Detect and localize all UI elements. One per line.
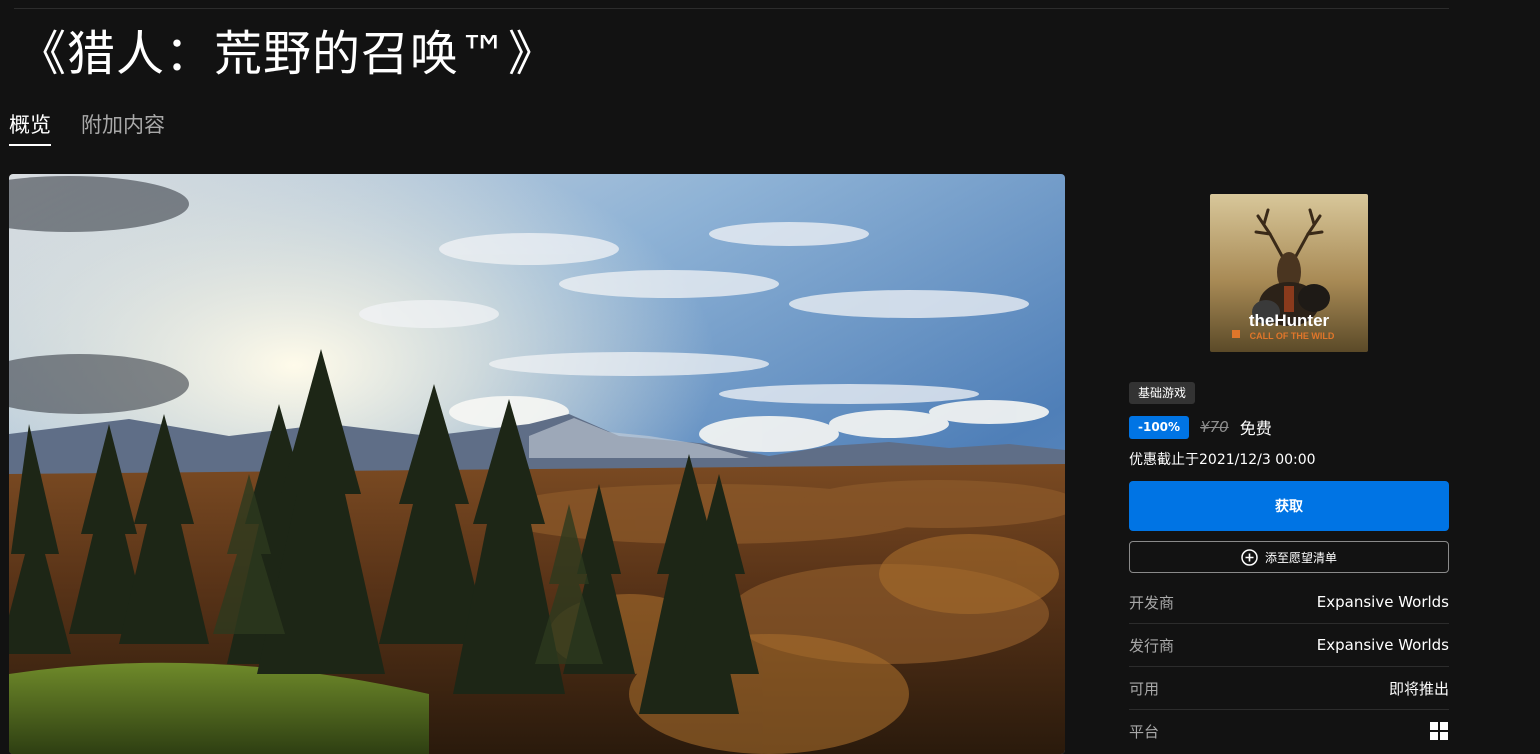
windows-icon	[1429, 721, 1449, 741]
original-price: ¥70	[1200, 418, 1229, 436]
add-to-wishlist-button[interactable]: 添至愿望清单	[1129, 541, 1449, 573]
game-cover-art[interactable]: theHunter CALL OF THE WILD	[1210, 194, 1368, 352]
publisher-link[interactable]: Expansive Worlds	[1317, 636, 1449, 654]
availability-value: 即将推出	[1388, 679, 1449, 698]
detail-row-developer: 开发商 Expansive Worlds	[1129, 581, 1449, 624]
tab-overview[interactable]: 概览	[9, 110, 51, 146]
get-button-label: 获取	[1275, 499, 1303, 515]
purchase-sidebar: theHunter CALL OF THE WILD 基础游戏 -100% ¥7…	[1129, 194, 1449, 752]
cover-title: theHunter	[1249, 311, 1330, 330]
get-button[interactable]: 获取	[1129, 481, 1449, 531]
hero-screenshot[interactable]	[9, 174, 1065, 754]
discount-badge: -100%	[1129, 415, 1190, 439]
detail-label: 可用	[1129, 679, 1160, 698]
cover-subtitle: CALL OF THE WILD	[1250, 331, 1335, 341]
top-divider	[14, 8, 1449, 9]
cover-logo-mark	[1232, 330, 1240, 338]
sale-end-text: 优惠截止于2021/12/3 00:00	[1129, 452, 1316, 468]
detail-row-availability: 可用 即将推出	[1129, 667, 1449, 710]
detail-label: 发行商	[1129, 636, 1175, 655]
detail-row-publisher: 发行商 Expansive Worlds	[1129, 624, 1449, 667]
detail-label: 开发商	[1129, 593, 1175, 612]
tab-addons[interactable]: 附加内容	[81, 110, 165, 146]
detail-label: 平台	[1129, 722, 1160, 741]
final-price: 免费	[1239, 419, 1272, 438]
detail-row-platform: 平台	[1129, 710, 1449, 752]
game-details-list: 开发商 Expansive Worlds 发行商 Expansive World…	[1129, 581, 1449, 752]
page-tabs: 概览 附加内容	[9, 110, 165, 146]
base-game-badge: 基础游戏	[1129, 382, 1196, 404]
price-row: -100% ¥70 免费	[1129, 415, 1449, 439]
page-title: 《猎人：荒野的召唤™》	[18, 26, 558, 82]
plus-circle-icon	[1241, 548, 1258, 566]
wishlist-label: 添至愿望清单	[1264, 550, 1337, 565]
developer-link[interactable]: Expansive Worlds	[1317, 593, 1449, 611]
